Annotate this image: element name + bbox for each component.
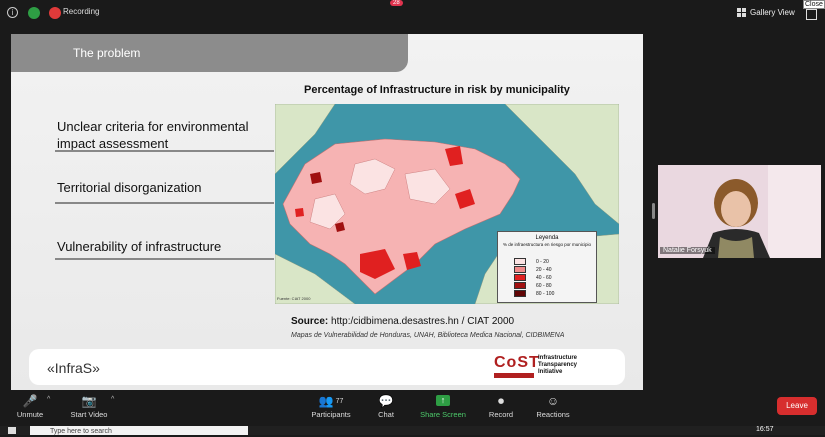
logo-tagline: Infrastructure Transparency Initiative — [538, 355, 578, 375]
source-text: http:/cidbimena.desastres.hn / CIAT 2000 — [328, 316, 515, 327]
audio-options-chevron-icon[interactable]: ^ — [47, 396, 50, 403]
top-bar — [0, 0, 825, 28]
participant-video — [658, 165, 821, 258]
legend-label: 80 - 100 — [536, 290, 555, 297]
footer-text: «InfraS» — [47, 360, 100, 376]
reactions-icon: ☺ — [546, 394, 560, 408]
legend-swatch — [514, 258, 526, 265]
legend-row: 0 - 20 — [514, 258, 549, 265]
participant-name: Natalie Forsyuk — [660, 247, 715, 254]
close-tooltip: Close — [803, 0, 825, 9]
gallery-view-label: Gallery View — [750, 7, 795, 17]
legend-label: 0 - 20 — [536, 258, 549, 265]
bullet-line — [55, 150, 274, 152]
map-legend: Leyenda % de infraestructura en riesgo p… — [497, 231, 597, 303]
windows-start-icon[interactable] — [8, 427, 16, 434]
share-screen-icon: ↑ — [436, 395, 450, 406]
chat-unread-badge: 28 — [390, 0, 403, 6]
reactions-button[interactable]: ☺ Reactions — [518, 392, 588, 419]
slide-footer: «InfraS» CoST Infrastructure Transparenc… — [29, 349, 625, 385]
shared-slide: The problem Unclear criteria for environ… — [11, 34, 643, 390]
taskbar-clock: 16:57 — [756, 426, 774, 433]
legend-row: 60 - 80 — [514, 282, 552, 289]
legend-swatch — [514, 266, 526, 273]
bullet-vulnerability: Vulnerability of infrastructure — [57, 239, 222, 254]
source-label: Source: — [291, 316, 329, 327]
legend-label: 60 - 80 — [536, 282, 552, 289]
legend-title: Leyenda — [535, 235, 559, 241]
recording-icon — [49, 7, 61, 19]
legend-swatch — [514, 274, 526, 281]
bullet-line — [55, 258, 274, 260]
legend-swatch — [514, 290, 526, 297]
legend-row: 20 - 40 — [514, 266, 552, 273]
cost-logo: CoST Infrastructure Transparency Initiat… — [494, 354, 599, 382]
fullscreen-icon[interactable] — [806, 9, 817, 20]
bullet-line — [55, 202, 274, 204]
leave-button[interactable]: Leave — [777, 397, 817, 415]
legend-subtitle: % de infraestructura en riesgo por munic… — [502, 242, 592, 247]
logo-underline — [494, 373, 534, 378]
bullet-territorial: Territorial disorganization — [57, 180, 202, 195]
recording-label: Recording — [63, 7, 100, 16]
split-view-handle[interactable] — [652, 203, 655, 219]
info-icon[interactable]: i — [7, 7, 18, 18]
shield-icon[interactable] — [28, 7, 40, 19]
bullet-environmental: Unclear criteria for environmental impac… — [57, 119, 249, 151]
legend-row: 80 - 100 — [514, 290, 554, 297]
slide-header-bar — [11, 34, 408, 72]
source-line: Source: http:/cidbimena.desastres.hn / C… — [291, 316, 514, 327]
legend-swatch — [514, 282, 526, 289]
legend-label: 20 - 40 — [536, 266, 552, 273]
logo-wordmark: CoST — [494, 354, 540, 371]
map-title: Percentage of Infrastructure in risk by … — [304, 84, 570, 96]
video-options-chevron-icon[interactable]: ^ — [111, 396, 114, 403]
participants-count: 77 — [335, 397, 344, 405]
map-credit: Fuente: CIAT 2000 — [277, 296, 311, 301]
start-video-label: Start Video — [70, 410, 108, 419]
participant-video-tile[interactable]: Natalie Forsyuk — [658, 165, 821, 258]
reactions-label: Reactions — [536, 410, 570, 419]
legend-label: 40 - 60 — [536, 274, 552, 281]
grid-icon — [737, 7, 746, 17]
gallery-view-button[interactable]: Gallery View — [733, 4, 799, 20]
slide-header-title: The problem — [73, 46, 141, 60]
taskbar-search-input[interactable]: Type here to search — [30, 426, 248, 435]
source-subtitle: Mapas de Vulnerabilidad de Honduras, UNA… — [291, 332, 565, 339]
legend-row: 40 - 60 — [514, 274, 552, 281]
